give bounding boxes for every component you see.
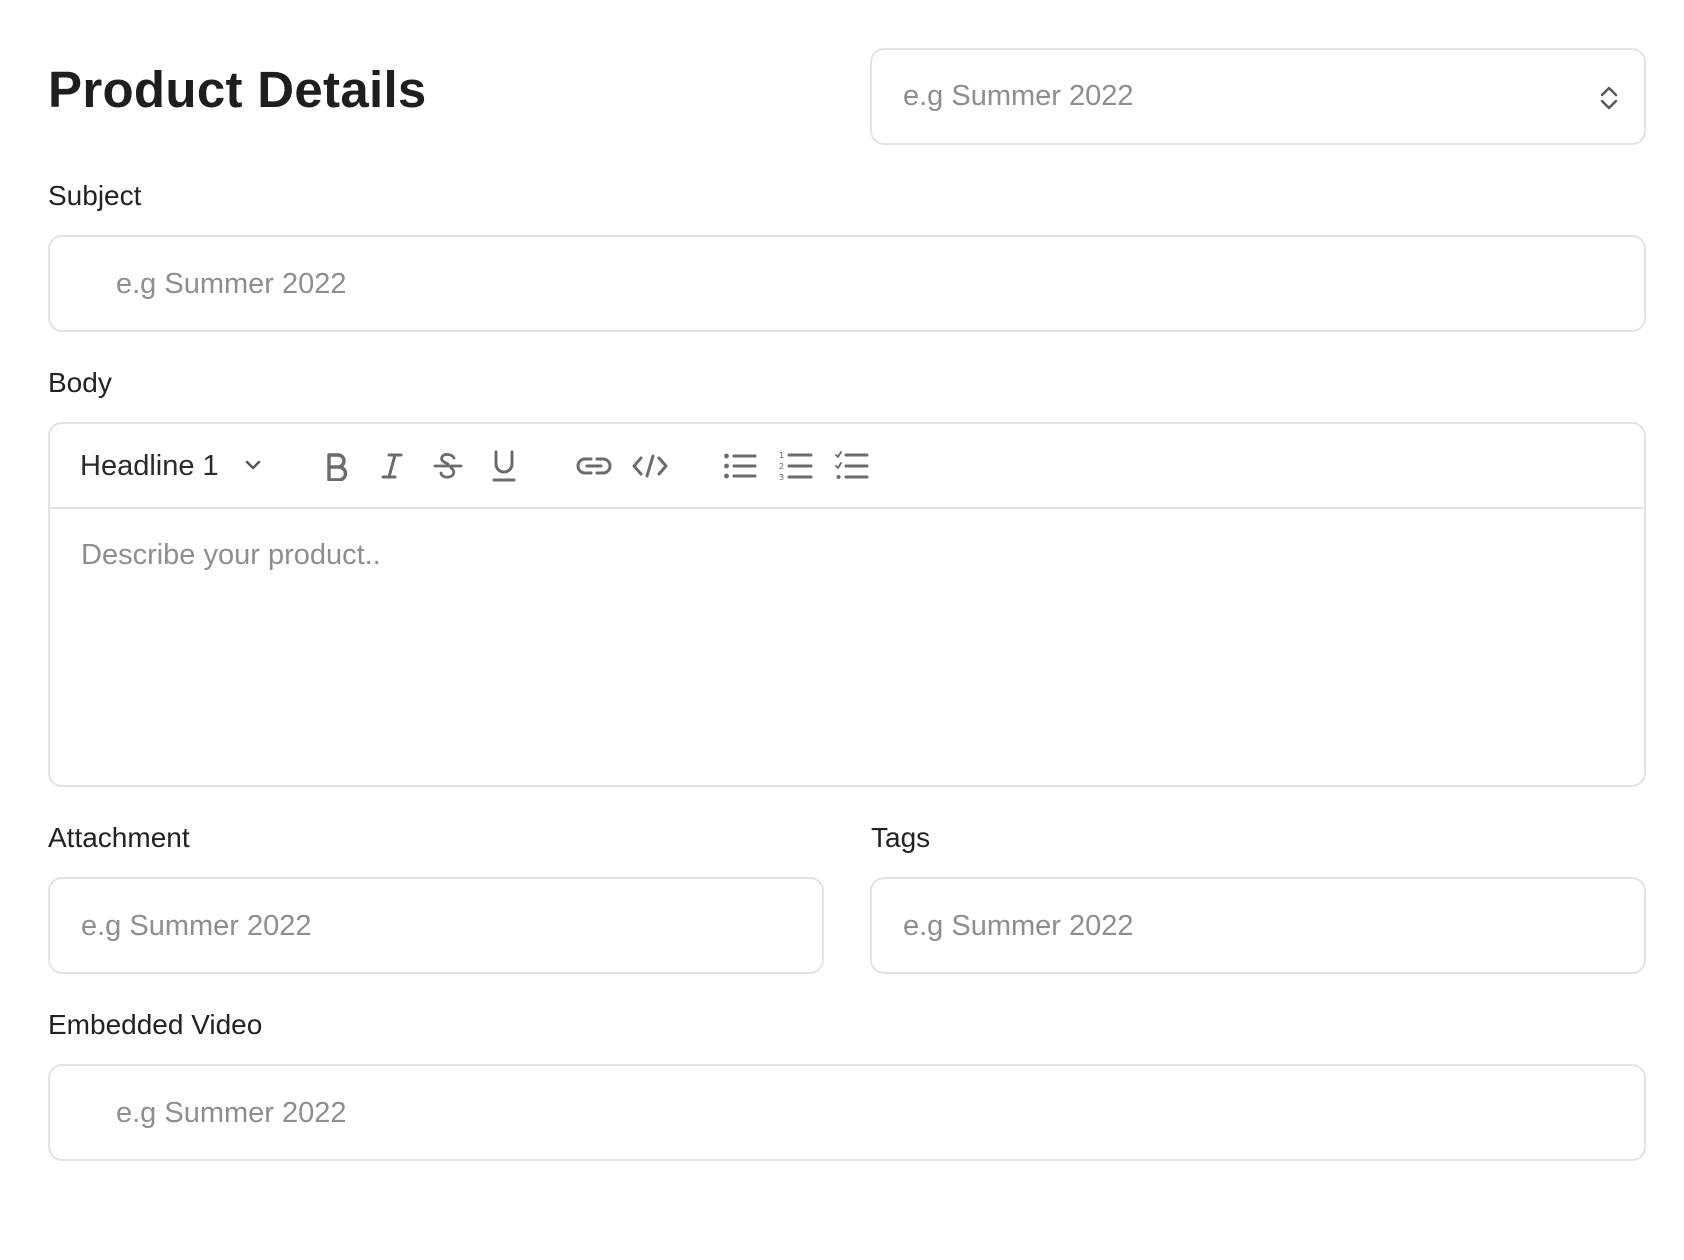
subject-label: Subject xyxy=(48,180,142,211)
attachment-placeholder: e.g Summer 2022 xyxy=(81,910,312,942)
attachment-input[interactable]: e.g Summer 2022 xyxy=(48,877,824,974)
body-editor[interactable]: Headline 1 1 2 3 Describe your product.. xyxy=(48,422,1646,787)
numbered-list-button[interactable]: 1 2 3 xyxy=(774,444,818,488)
editor-toolbar: Headline 1 1 2 3 xyxy=(50,424,1644,509)
category-select[interactable]: e.g Summer 2022 xyxy=(870,48,1646,145)
strikethrough-button[interactable] xyxy=(426,444,470,488)
heading-select[interactable]: Headline 1 xyxy=(80,446,270,486)
bullet-list-button[interactable] xyxy=(718,444,762,488)
body-placeholder: Describe your product.. xyxy=(81,539,381,571)
embedded-video-label: Embedded Video xyxy=(48,1009,263,1040)
bullet-list-icon xyxy=(723,451,757,481)
body-label: Body xyxy=(48,367,112,398)
category-select-placeholder: e.g Summer 2022 xyxy=(903,80,1134,112)
strikethrough-icon xyxy=(432,450,464,482)
heading-select-label: Headline 1 xyxy=(80,450,219,482)
chevron-down-icon xyxy=(244,458,262,477)
svg-text:1: 1 xyxy=(779,451,784,460)
link-button[interactable] xyxy=(572,444,616,488)
code-button[interactable] xyxy=(628,444,672,488)
chevron-up-down-icon xyxy=(1598,84,1620,117)
embedded-video-input[interactable]: e.g Summer 2022 xyxy=(48,1064,1646,1161)
underline-button[interactable] xyxy=(482,444,526,488)
attachment-label: Attachment xyxy=(48,822,190,853)
italic-button[interactable] xyxy=(370,444,414,488)
italic-icon xyxy=(379,451,405,481)
bold-icon xyxy=(323,451,349,481)
page-title: Product Details xyxy=(48,61,427,118)
tags-label: Tags xyxy=(871,822,931,853)
tags-placeholder: e.g Summer 2022 xyxy=(903,910,1134,942)
svg-text:2: 2 xyxy=(779,462,784,471)
subject-placeholder: e.g Summer 2022 xyxy=(116,268,347,300)
code-icon xyxy=(632,453,668,479)
checklist-icon xyxy=(835,450,869,482)
tags-input[interactable]: e.g Summer 2022 xyxy=(870,877,1646,974)
checklist-button[interactable] xyxy=(830,444,874,488)
underline-icon xyxy=(490,449,518,483)
link-icon xyxy=(576,454,612,478)
numbered-list-icon: 1 2 3 xyxy=(779,450,813,482)
embedded-video-placeholder: e.g Summer 2022 xyxy=(116,1097,347,1129)
bold-button[interactable] xyxy=(314,444,358,488)
subject-input[interactable]: e.g Summer 2022 xyxy=(48,235,1646,332)
svg-text:3: 3 xyxy=(779,473,784,482)
